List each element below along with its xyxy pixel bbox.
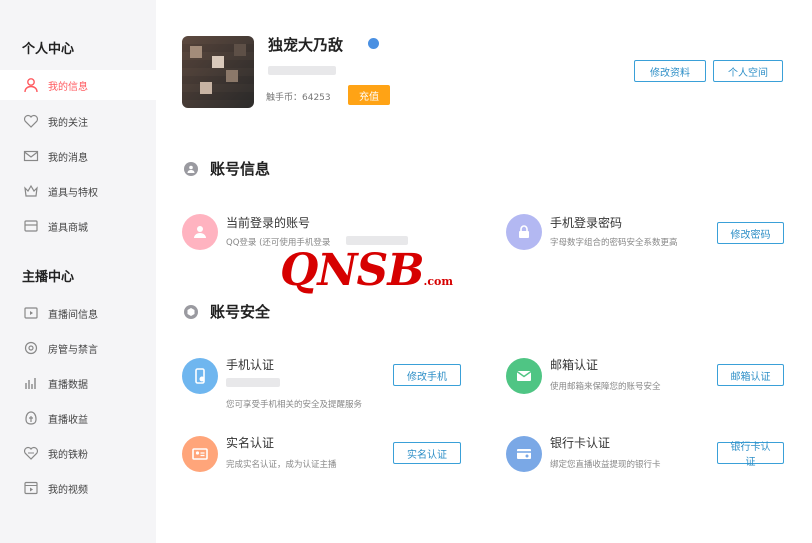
realname-auth-desc: 完成实名认证，成为认证主播 [226,460,337,470]
bank-card-icon [506,436,542,472]
sidebar-item-label: 道具商城 [48,222,88,234]
change-phone-button[interactable]: 修改手机 [393,364,461,386]
sidebar-item-messages[interactable]: 我的消息 [0,141,156,171]
lock-icon [506,214,542,250]
sidebar-item-label: 我的视频 [48,484,88,496]
sidebar-item-live-data[interactable]: 直播数据 [0,368,156,398]
blurred-phone-number [226,378,280,387]
main-content: 独宠大乃敌 触手币：64253 充值 修改资料 个人空间 账号信息 当前登录的账… [156,0,812,543]
account-security-heading: 账号安全 [184,301,270,322]
sidebar-item-follows[interactable]: 我的关注 [0,106,156,136]
account-avatar-icon [182,214,218,250]
sidebar-item-my-info[interactable]: 我的信息 [0,70,156,100]
watermark-logo: QNSB.com [280,245,453,296]
sidebar-item-label: 房管与禁言 [48,344,98,356]
sidebar-item-label: 我的信息 [48,81,88,93]
tv-icon [22,304,40,322]
email-icon [506,358,542,394]
sidebar-item-videos[interactable]: 我的视频 [0,473,156,503]
account-security-title: 账号安全 [210,303,271,321]
blurred-phone [346,236,408,245]
sidebar-item-label: 我的铁粉 [48,449,88,461]
blurred-user-id [268,66,336,75]
realname-auth-button[interactable]: 实名认证 [393,442,461,464]
gear-icon [22,339,40,357]
phone-password-desc: 字母数字组合的密码安全系数更高 [550,238,678,248]
current-account-title: 当前登录的账号 [226,216,311,230]
sidebar-item-label: 道具与特权 [48,187,98,199]
sidebar-item-label: 直播间信息 [48,309,98,321]
account-info-title: 账号信息 [210,160,271,178]
phone-password-title: 手机登录密码 [550,216,623,230]
phone-auth-title: 手机认证 [226,358,275,372]
sidebar: 个人中心 我的信息 我的关注 我的消息 道具与特权 道具商城 主播中心 直播间信… [0,0,156,543]
sidebar-item-room-managers[interactable]: 房管与禁言 [0,333,156,363]
sidebar-item-label: 直播数据 [48,379,88,391]
hexagon-icon [184,304,198,319]
username: 独宠大乃敌 [268,36,344,54]
edit-profile-button[interactable]: 修改资料 [634,60,706,82]
store-icon [22,217,40,235]
bar-chart-icon [22,374,40,392]
email-auth-desc: 使用邮箱来保障您的账号安全 [550,382,661,392]
account-info-heading: 账号信息 [184,158,270,179]
anchor-center-title: 主播中心 [22,270,75,285]
personal-center-title: 个人中心 [22,42,75,57]
sidebar-item-label: 直播收益 [48,414,88,426]
phone-icon [182,358,218,394]
coins-balance: 触手币：64253 [266,93,331,103]
verified-icon [368,38,379,49]
email-auth-title: 邮箱认证 [550,358,599,372]
bank-auth-desc: 绑定您直播收益提现的银行卡 [550,460,661,470]
video-icon [22,479,40,497]
charge-button[interactable]: 充值 [348,85,390,105]
id-card-icon [182,436,218,472]
sidebar-item-label: 我的关注 [48,117,88,129]
change-password-button[interactable]: 修改密码 [717,222,784,244]
heart-icon [22,112,40,130]
shield-icon [184,161,198,176]
bank-auth-button[interactable]: 银行卡认证 [717,442,784,468]
mail-icon [22,147,40,165]
user-icon [22,76,40,94]
realname-auth-title: 实名认证 [226,436,275,450]
watermark-suffix: .com [423,275,454,288]
watermark-text: QNSB [280,245,425,296]
sidebar-item-fans[interactable]: 我的铁粉 [0,438,156,468]
sidebar-item-earnings[interactable]: 直播收益 [0,403,156,433]
sidebar-item-privileges[interactable]: 道具与特权 [0,176,156,206]
phone-auth-desc: 您可享受手机相关的安全及提醒服务 [226,400,363,410]
money-icon [22,409,40,427]
sidebar-item-label: 我的消息 [48,152,88,164]
personal-space-button[interactable]: 个人空间 [713,60,783,82]
sidebar-item-room-info[interactable]: 直播间信息 [0,298,156,328]
bank-auth-title: 银行卡认证 [550,436,611,450]
email-auth-button[interactable]: 邮箱认证 [717,364,784,386]
sidebar-item-shop[interactable]: 道具商城 [0,211,156,241]
crown-icon [22,182,40,200]
heart-outline-icon [22,444,40,462]
avatar[interactable] [182,36,254,108]
